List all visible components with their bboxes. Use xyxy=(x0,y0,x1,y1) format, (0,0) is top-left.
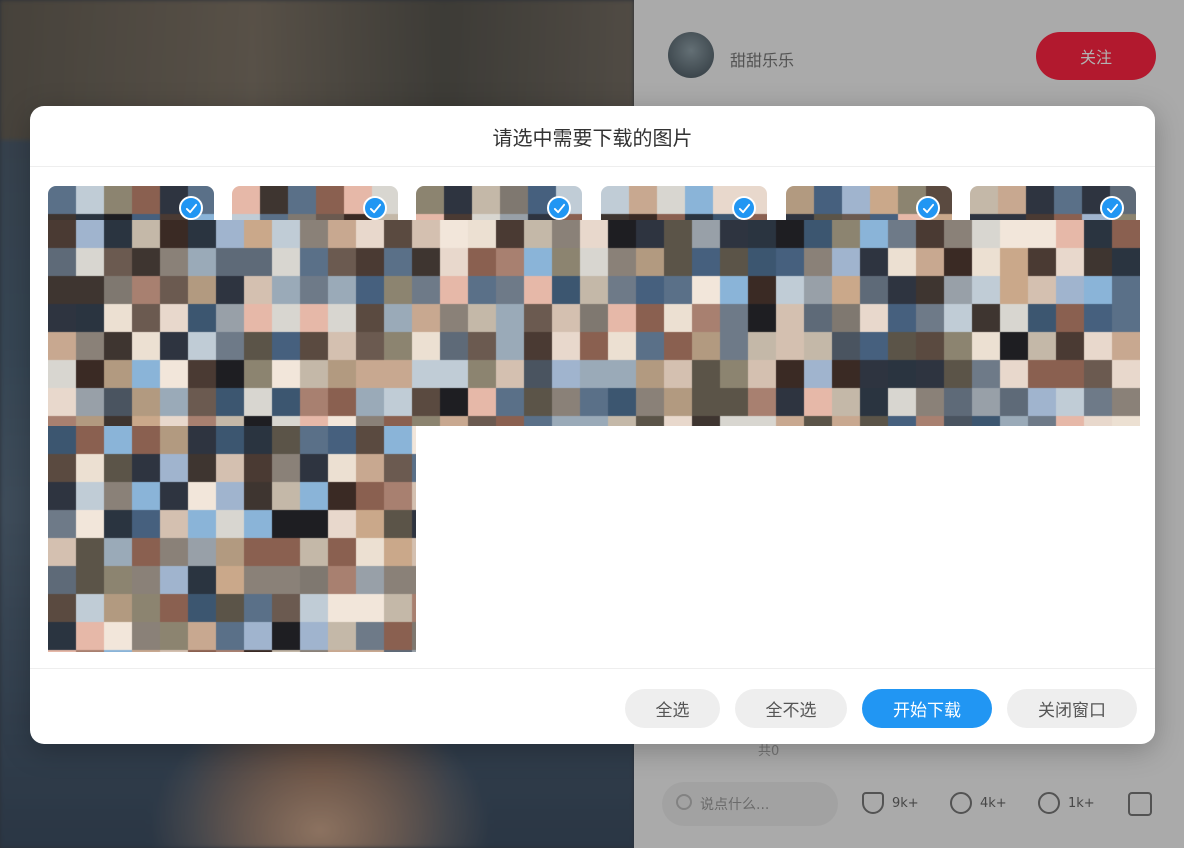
check-icon[interactable] xyxy=(547,196,571,220)
image-thumb-7[interactable] xyxy=(48,426,416,652)
download-dialog: 请选中需要下载的图片 全选 全不选 开始下载 关闭窗口 xyxy=(30,106,1155,744)
dialog-title: 请选中需要下载的图片 xyxy=(492,125,693,150)
check-icon[interactable] xyxy=(916,196,940,220)
select-none-button[interactable]: 全不选 xyxy=(735,689,847,728)
check-icon[interactable] xyxy=(1100,196,1124,220)
page-root: 甜甜乐乐 关注 共0 说点什么... 9k+ 4k+ 1k+ 请选中需要下载的图… xyxy=(0,0,1184,848)
select-all-button[interactable]: 全选 xyxy=(625,689,720,728)
image-preview-mosaic-row-1[interactable] xyxy=(48,220,1140,426)
check-icon[interactable] xyxy=(732,196,756,220)
start-download-button[interactable]: 开始下载 xyxy=(862,689,992,728)
dialog-header: 请选中需要下载的图片 xyxy=(30,106,1155,167)
dialog-footer: 全选 全不选 开始下载 关闭窗口 xyxy=(30,668,1155,744)
close-window-button[interactable]: 关闭窗口 xyxy=(1007,689,1137,728)
check-icon[interactable] xyxy=(179,196,203,220)
check-icon[interactable] xyxy=(363,196,387,220)
